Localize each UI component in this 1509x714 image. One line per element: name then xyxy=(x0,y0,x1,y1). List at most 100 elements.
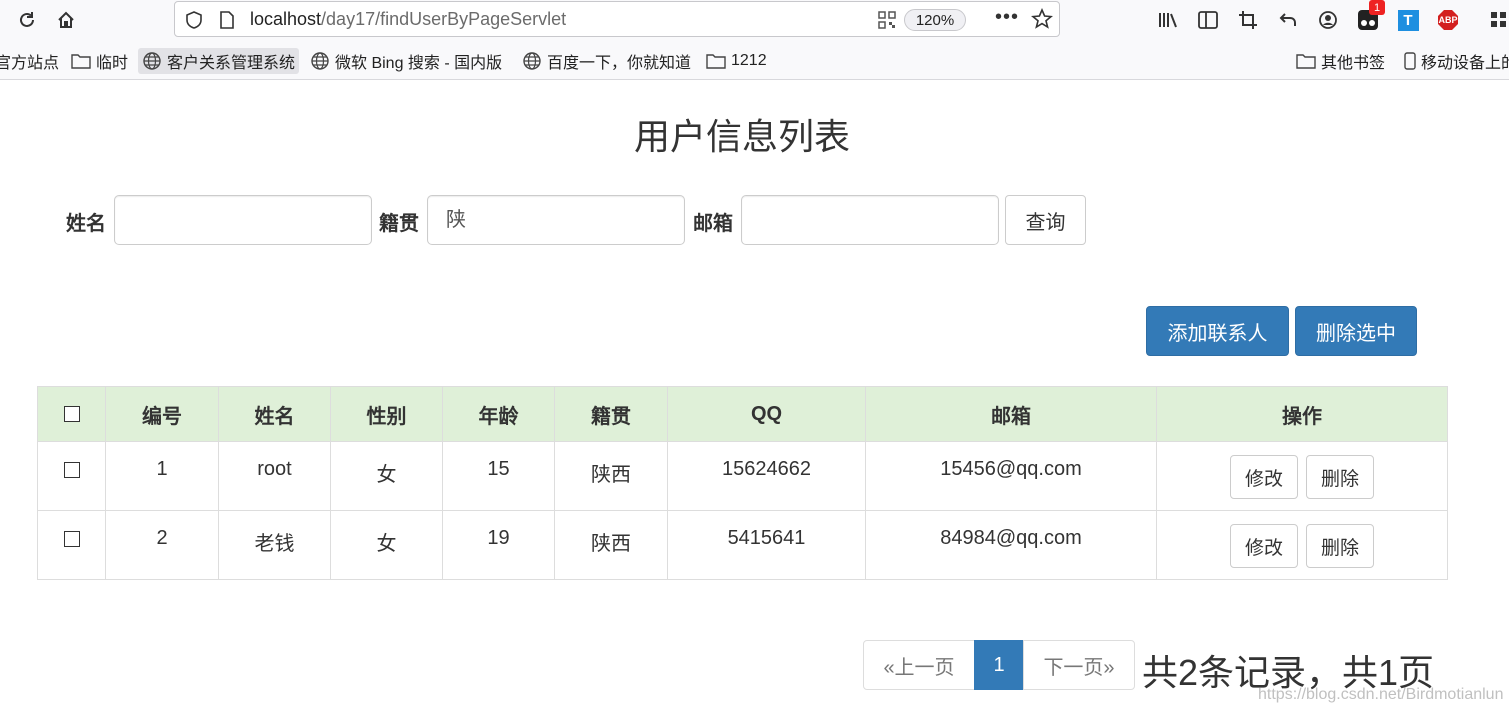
extension-translate-icon[interactable]: T xyxy=(1395,7,1421,33)
name-label: 姓名 xyxy=(66,213,106,235)
cell-origin: 陕西 xyxy=(554,441,668,511)
adblock-plus-icon[interactable]: ABP xyxy=(1435,7,1461,33)
cell-actions: 修改 删除 xyxy=(1156,510,1448,580)
table-header-row: 编号 姓名 性别 年龄 籍贯 QQ 邮箱 操作 xyxy=(37,386,1448,442)
home-icon[interactable] xyxy=(53,7,79,33)
column-header-email: 邮箱 xyxy=(865,386,1157,442)
crop-icon[interactable] xyxy=(1235,7,1261,33)
bookmark-mobile[interactable]: 移动设备上的 xyxy=(1400,48,1509,74)
cell-id: 2 xyxy=(105,510,219,580)
column-header-qq: QQ xyxy=(667,386,866,442)
reload-icon[interactable] xyxy=(14,7,40,33)
more-actions-icon[interactable]: ••• xyxy=(995,6,1019,29)
row-select-cell xyxy=(37,510,106,580)
bookmark-star-icon[interactable] xyxy=(1031,7,1053,35)
bookmark-label: 官方站点 xyxy=(0,55,60,72)
cell-email: 15456@qq.com xyxy=(865,441,1157,511)
page-link-current[interactable]: 1 xyxy=(974,640,1024,690)
next-page-link[interactable]: 下一页» xyxy=(1023,640,1135,690)
extension-tampermonkey-icon[interactable]: 1 xyxy=(1355,0,1385,33)
bookmark-official-sites[interactable]: 官方站点 xyxy=(0,48,63,74)
cell-email: 84984@qq.com xyxy=(865,510,1157,580)
origin-label: 籍贯 xyxy=(379,213,419,235)
origin-input[interactable]: 陕 xyxy=(427,195,685,245)
cell-age: 15 xyxy=(442,441,555,511)
undo-icon[interactable] xyxy=(1275,7,1301,33)
sidebar-icon[interactable] xyxy=(1195,7,1221,33)
search-button[interactable]: 查询 xyxy=(1005,195,1086,245)
shield-icon[interactable] xyxy=(185,10,203,35)
row-checkbox[interactable] xyxy=(63,461,80,478)
add-contact-button[interactable]: 添加联系人 xyxy=(1146,306,1289,356)
cell-actions: 修改 删除 xyxy=(1156,441,1448,511)
email-label: 邮箱 xyxy=(693,213,733,235)
cell-age: 19 xyxy=(442,510,555,580)
mobile-icon xyxy=(1404,52,1416,70)
bookmark-1212[interactable]: 1212 xyxy=(702,48,771,74)
edit-button[interactable]: 修改 xyxy=(1230,455,1298,499)
bookmark-other[interactable]: 其他书签 xyxy=(1292,48,1389,74)
name-input[interactable] xyxy=(114,195,372,245)
table-row: 1 root 女 15 陕西 15624662 15456@qq.com 修改删… xyxy=(37,441,1448,511)
page-info-icon[interactable] xyxy=(219,10,235,35)
globe-icon xyxy=(523,52,541,70)
account-icon[interactable] xyxy=(1315,7,1341,33)
zoom-level[interactable]: 120% xyxy=(904,9,966,31)
url-text[interactable]: localhost/day17/findUserByPageServlet xyxy=(250,9,566,30)
bookmark-label: 临时 xyxy=(96,55,129,72)
delete-button[interactable]: 删除 xyxy=(1306,524,1374,568)
url-bar[interactable]: localhost/day17/findUserByPageServlet 12… xyxy=(174,1,1060,37)
watermark: https://blog.csdn.net/Birdmotianlun xyxy=(1258,686,1504,703)
bookmark-label: 微软 Bing 搜索 - 国内版 xyxy=(335,55,503,72)
table-row: 2 老钱 女 19 陕西 5415641 84984@qq.com 修改 删除 xyxy=(37,510,1448,580)
delete-selected-button[interactable]: 删除选中 xyxy=(1295,306,1417,356)
column-header-actions: 操作 xyxy=(1156,386,1448,442)
bookmark-label: 其他书签 xyxy=(1321,55,1386,72)
bookmark-crm-system[interactable]: 客户关系管理系统 xyxy=(138,48,300,74)
cell-origin: 陕西 xyxy=(554,510,668,580)
column-header-id: 编号 xyxy=(105,386,219,442)
select-all-cell xyxy=(37,386,106,442)
extension-badge: 1 xyxy=(1369,0,1385,15)
row-checkbox[interactable] xyxy=(63,530,80,547)
url-host: localhost xyxy=(250,9,322,29)
bookmark-bing[interactable]: 微软 Bing 搜索 - 国内版 xyxy=(306,48,506,74)
folder-icon xyxy=(71,54,91,69)
bookmark-baidu[interactable]: 百度一下，你就知道 xyxy=(518,48,695,74)
bookmark-temp[interactable]: 临时 xyxy=(67,48,132,74)
adblock-plus-label: ABP xyxy=(1438,15,1458,25)
qr-code-icon[interactable] xyxy=(878,11,896,34)
column-header-age: 年龄 xyxy=(442,386,555,442)
extensions-menu-icon[interactable] xyxy=(1486,7,1509,33)
prev-page-link[interactable]: «上一页 xyxy=(863,640,975,690)
delete-button[interactable]: 删除 xyxy=(1306,455,1374,499)
cell-qq: 15624662 xyxy=(667,441,866,511)
column-header-origin: 籍贯 xyxy=(554,386,668,442)
bookmark-label: 客户关系管理系统 xyxy=(167,55,296,72)
bookmarks-bar: 官方站点 临时 客户关系管理系统 微软 Bing 搜索 - 国内版 百度一下，你… xyxy=(0,40,1509,80)
bookmark-label: 1212 xyxy=(731,52,767,69)
globe-icon xyxy=(311,52,329,70)
edit-button[interactable]: 修改 xyxy=(1230,524,1298,568)
library-icon[interactable] xyxy=(1155,7,1181,33)
column-header-gender: 性别 xyxy=(330,386,443,442)
browser-toolbar: localhost/day17/findUserByPageServlet 12… xyxy=(0,0,1509,40)
folder-icon xyxy=(1296,54,1316,69)
email-input[interactable] xyxy=(741,195,999,245)
select-all-checkbox[interactable] xyxy=(63,406,80,423)
row-select-cell xyxy=(37,441,106,511)
cell-id: 1 xyxy=(105,441,219,511)
cell-gender: 女 xyxy=(330,441,443,511)
column-header-name: 姓名 xyxy=(218,386,331,442)
cell-gender: 女 xyxy=(330,510,443,580)
page-title: 用户信息列表 xyxy=(633,116,850,157)
bookmark-label: 移动设备上的 xyxy=(1421,55,1509,72)
globe-icon xyxy=(143,52,161,70)
cell-name: 老钱 xyxy=(218,510,331,580)
folder-icon xyxy=(706,54,726,69)
bookmark-label: 百度一下，你就知道 xyxy=(547,55,692,72)
pagination: «上一页 1 下一页» xyxy=(863,640,1135,690)
cell-qq: 5415641 xyxy=(667,510,866,580)
user-table: 编号 姓名 性别 年龄 籍贯 QQ 邮箱 操作 1 root 女 15 陕西 1… xyxy=(37,386,1448,580)
url-path: /day17/findUserByPageServlet xyxy=(321,9,567,29)
